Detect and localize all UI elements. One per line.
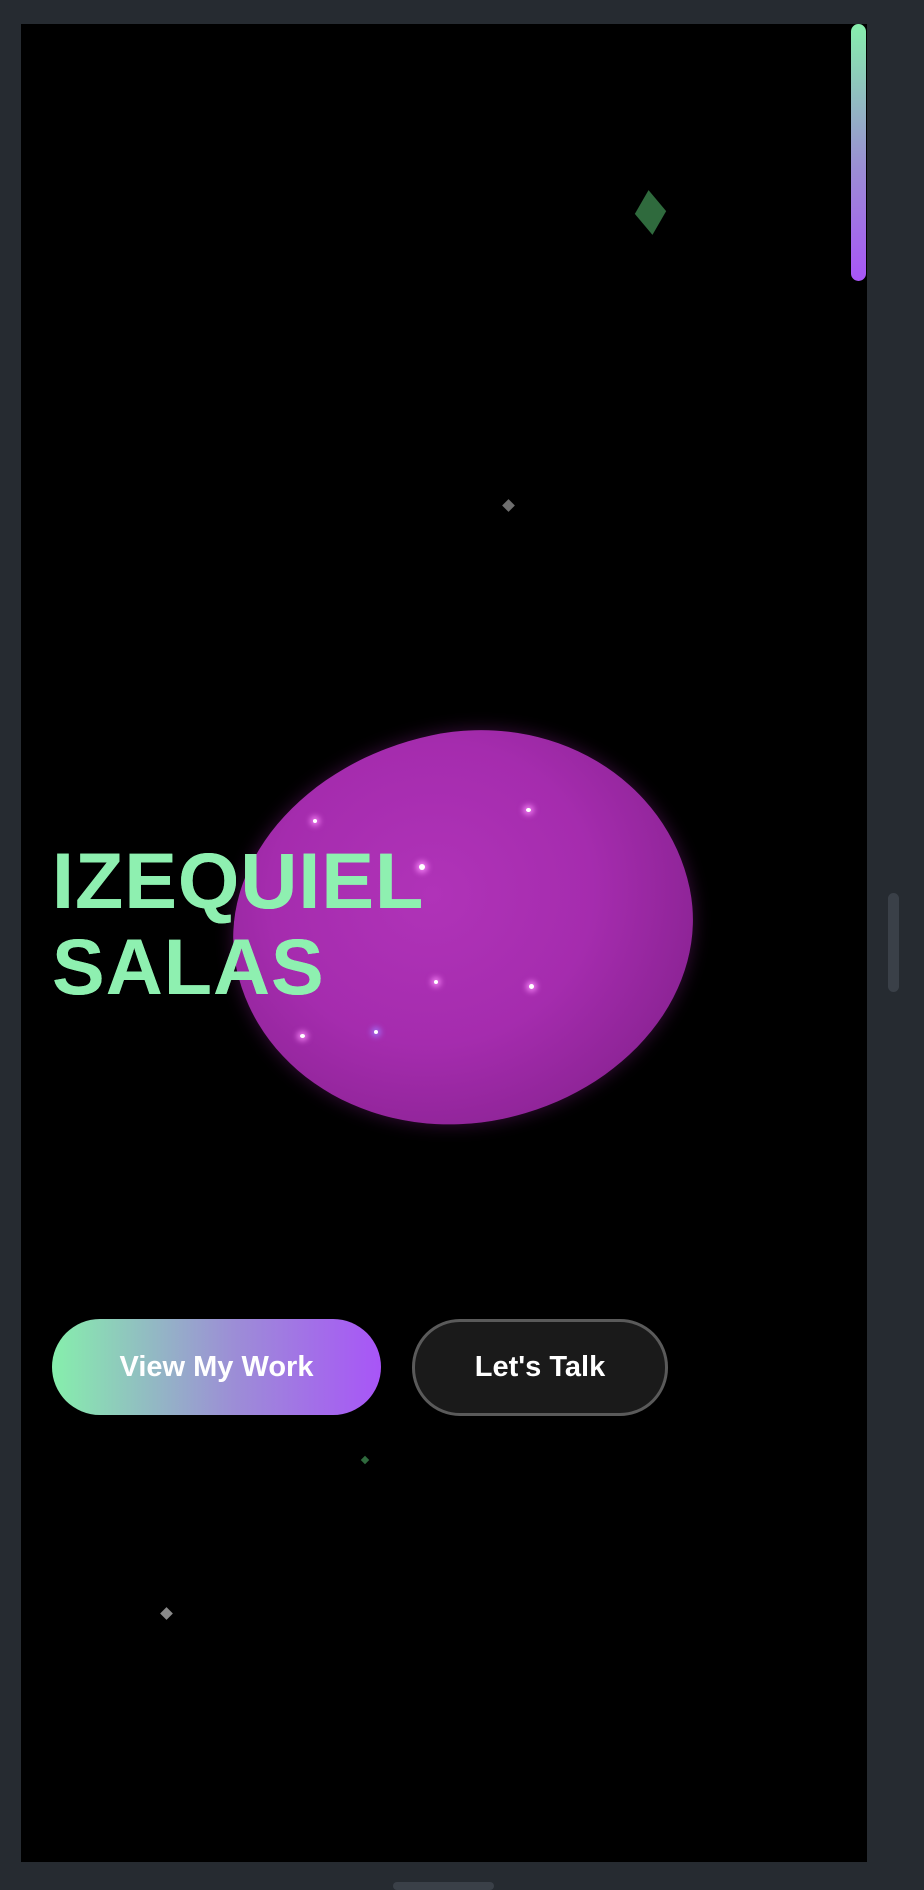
floating-shard — [360, 1455, 370, 1465]
hero-section: IZEQUIEL SALAS View My Work Let's Talk — [21, 24, 867, 1862]
home-indicator — [393, 1882, 494, 1890]
hero-name-line1: IZEQUIEL — [52, 836, 425, 925]
floating-shard — [502, 499, 515, 512]
floating-shard — [160, 1607, 173, 1620]
scrollbar-thumb[interactable] — [888, 893, 899, 992]
sparkle — [374, 1030, 378, 1034]
hero-name: IZEQUIEL SALAS — [52, 838, 424, 1010]
app-frame: IZEQUIEL SALAS View My Work Let's Talk — [0, 0, 924, 1890]
sparkle — [526, 808, 531, 812]
floating-shard — [634, 190, 667, 235]
sparkle — [434, 980, 438, 984]
scroll-progress-bar — [851, 24, 866, 281]
sparkle — [313, 819, 317, 823]
view-my-work-button[interactable]: View My Work — [52, 1319, 381, 1415]
sparkle — [529, 984, 534, 989]
sparkle — [300, 1034, 305, 1038]
lets-talk-button[interactable]: Let's Talk — [412, 1319, 668, 1416]
hero-name-line2: SALAS — [52, 922, 325, 1011]
